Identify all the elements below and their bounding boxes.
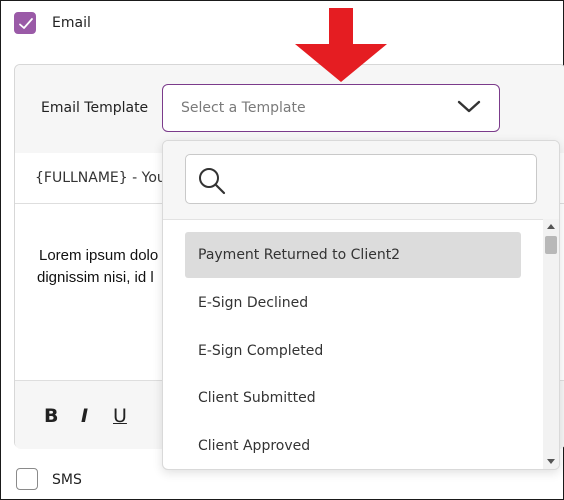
template-option[interactable]: Client Approved <box>185 423 521 469</box>
subject-text: {FULLNAME} - Your <box>35 170 172 186</box>
template-options-list: Payment Returned to Client2 E-Sign Decli… <box>163 219 541 469</box>
email-body-editor[interactable]: Lorem ipsum dolo dignissim nisi, id l <box>37 245 177 289</box>
template-search-input[interactable] <box>185 154 537 204</box>
underline-button[interactable]: U <box>113 405 127 427</box>
search-icon <box>199 168 226 195</box>
template-option-label: E-Sign Completed <box>198 343 324 359</box>
dropdown-scrollbar[interactable] <box>543 219 559 469</box>
body-line: dignissim nisi, id l <box>37 269 154 286</box>
scroll-down-icon[interactable] <box>547 459 555 464</box>
sms-checkbox-label: SMS <box>52 472 82 488</box>
pointer-arrow-icon <box>295 8 387 82</box>
body-line: Lorem ipsum dolo <box>39 247 159 264</box>
email-template-label: Email Template <box>41 100 149 116</box>
checkmark-icon <box>19 18 33 29</box>
template-option[interactable]: E-Sign Completed <box>185 328 521 374</box>
template-select[interactable]: Select a Template <box>162 84 500 132</box>
sms-checkbox[interactable] <box>16 468 38 490</box>
italic-button[interactable]: I <box>81 405 88 427</box>
dropdown-search-area <box>163 141 559 220</box>
template-select-placeholder: Select a Template <box>181 100 306 116</box>
template-option[interactable]: E-Sign Declined <box>185 280 521 326</box>
email-checkbox-label: Email <box>52 15 91 31</box>
template-option[interactable]: Payment Returned to Client2 <box>185 232 521 278</box>
email-checkbox[interactable] <box>14 12 36 34</box>
template-option-label: E-Sign Declined <box>198 295 309 311</box>
template-option[interactable]: Client Submitted <box>185 375 521 421</box>
template-option-label: Client Submitted <box>198 390 316 406</box>
chevron-down-icon <box>457 100 481 113</box>
template-option-label: Client Approved <box>198 438 311 454</box>
template-dropdown: Payment Returned to Client2 E-Sign Decli… <box>162 140 560 470</box>
scroll-up-icon[interactable] <box>547 224 555 229</box>
bold-button[interactable]: B <box>44 405 58 427</box>
scrollbar-thumb[interactable] <box>545 236 557 254</box>
template-option-label: Payment Returned to Client2 <box>198 247 401 263</box>
